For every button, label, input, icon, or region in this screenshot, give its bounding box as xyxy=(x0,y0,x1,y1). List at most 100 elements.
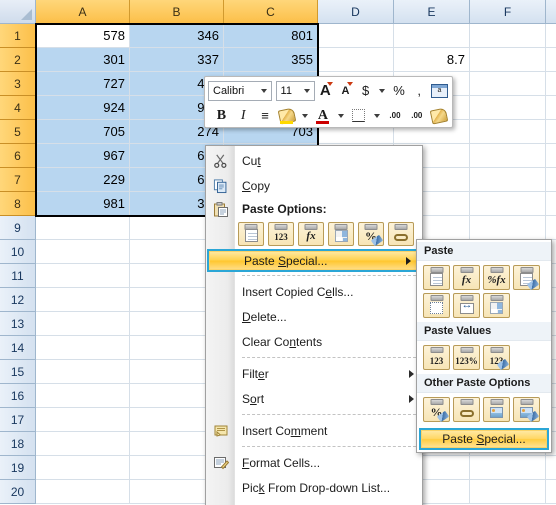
row-header-2[interactable]: 2 xyxy=(0,48,36,72)
row-header-12[interactable]: 12 xyxy=(0,288,36,312)
fill-color-icon[interactable] xyxy=(276,105,297,126)
borders-icon[interactable] xyxy=(349,105,370,126)
cell-a18[interactable] xyxy=(36,432,130,456)
submenu-paste-icons[interactable]: fx %fx xyxy=(417,261,551,322)
row-header-14[interactable]: 14 xyxy=(0,336,36,360)
row-header-9[interactable]: 9 xyxy=(0,216,36,240)
cell-f8[interactable] xyxy=(470,192,546,216)
cell-a16[interactable] xyxy=(36,384,130,408)
cell-a6[interactable]: 967 xyxy=(36,144,130,168)
paste-link-icon[interactable] xyxy=(388,222,414,246)
cell-e2[interactable]: 8.7 xyxy=(394,48,470,72)
cell-g2[interactable] xyxy=(546,48,556,72)
cell-a12[interactable] xyxy=(36,288,130,312)
row-header-13[interactable]: 13 xyxy=(0,312,36,336)
font-size-combobox[interactable]: 11 xyxy=(275,80,315,101)
column-header-g[interactable]: G xyxy=(546,0,556,24)
cell-g20[interactable] xyxy=(546,480,556,504)
cell-f1[interactable] xyxy=(470,24,546,48)
shrink-font-icon[interactable]: A xyxy=(336,80,355,101)
cell-d2[interactable] xyxy=(318,48,394,72)
cell-f2[interactable] xyxy=(470,48,546,72)
paste-values-icon[interactable]: 123 xyxy=(268,222,294,246)
paste-transpose-icon[interactable] xyxy=(328,222,354,246)
cell-a15[interactable] xyxy=(36,360,130,384)
cell-a19[interactable] xyxy=(36,456,130,480)
comma-format-icon[interactable]: , xyxy=(410,80,429,101)
row-header-7[interactable]: 7 xyxy=(0,168,36,192)
cell-a14[interactable] xyxy=(36,336,130,360)
cell-c2[interactable]: 355 xyxy=(224,48,318,72)
row-header-10[interactable]: 10 xyxy=(0,240,36,264)
percent-format-icon[interactable]: % xyxy=(389,80,408,101)
context-menu-item-clear-contents[interactable]: Clear Contents xyxy=(206,329,422,354)
cell-g9[interactable] xyxy=(546,216,556,240)
format-painter-icon[interactable] xyxy=(428,105,449,126)
row-header-8[interactable]: 8 xyxy=(0,192,36,216)
chevron-down-icon[interactable] xyxy=(260,88,267,93)
cell-f9[interactable] xyxy=(470,216,546,240)
font-color-icon[interactable]: A xyxy=(312,105,333,126)
row-header-20[interactable]: 20 xyxy=(0,480,36,504)
cell-a7[interactable]: 229 xyxy=(36,168,130,192)
submenu-other-paste-icons[interactable]: % xyxy=(417,393,551,426)
context-menu-item-paste-special[interactable]: Paste Special... xyxy=(207,249,421,272)
cell-a20[interactable] xyxy=(36,480,130,504)
context-menu-item-insert-copied-cells[interactable]: Insert Copied Cells... xyxy=(206,279,422,304)
paste-formulas-icon[interactable]: fx xyxy=(453,265,480,290)
paste-all-icon[interactable] xyxy=(238,222,264,246)
cell-f5[interactable] xyxy=(470,120,546,144)
context-menu-item-define-name[interactable]: Define Name... xyxy=(206,500,422,505)
increase-decimal-icon[interactable]: .00 xyxy=(385,105,406,126)
cell-a5[interactable]: 705 xyxy=(36,120,130,144)
cell-f19[interactable] xyxy=(470,456,546,480)
paste-formatting-icon[interactable]: % xyxy=(423,397,450,423)
row-header-17[interactable]: 17 xyxy=(0,408,36,432)
mini-format-toolbar[interactable]: Calibri 11 A A $ % , a B I ≡ A .00 .00 xyxy=(204,76,453,128)
row-header-6[interactable]: 6 xyxy=(0,144,36,168)
font-color-dropdown-icon[interactable] xyxy=(334,105,347,126)
cell-a2[interactable]: 301 xyxy=(36,48,130,72)
currency-dropdown-icon[interactable] xyxy=(376,80,388,101)
cell-f6[interactable] xyxy=(470,144,546,168)
grow-font-icon[interactable]: A xyxy=(316,80,335,101)
cell-context-menu[interactable]: Cut Copy Paste Options: 123 fx % Paste S… xyxy=(205,145,423,505)
cell-g7[interactable] xyxy=(546,168,556,192)
context-menu-item-format-cells[interactable]: Format Cells... xyxy=(206,450,422,475)
row-header-5[interactable]: 5 xyxy=(0,120,36,144)
cell-a11[interactable] xyxy=(36,264,130,288)
paste-values-source-formatting-icon[interactable]: 123 xyxy=(483,345,510,371)
cell-a8[interactable]: 981 xyxy=(36,192,130,216)
paste-no-borders-icon[interactable] xyxy=(423,293,450,318)
paste-linked-picture-icon[interactable] xyxy=(513,397,540,423)
cell-b2[interactable]: 337 xyxy=(130,48,224,72)
bold-button[interactable]: B xyxy=(211,105,232,126)
cell-g4[interactable] xyxy=(546,96,556,120)
paste-formatting-icon[interactable]: % xyxy=(358,222,384,247)
cell-f20[interactable] xyxy=(470,480,546,504)
cell-a4[interactable]: 924 xyxy=(36,96,130,120)
context-menu-item-sort[interactable]: Sort xyxy=(206,386,422,411)
paste-all-icon[interactable] xyxy=(423,265,450,290)
column-header-e[interactable]: E xyxy=(394,0,470,24)
submenu-paste-special-button[interactable]: Paste Special... xyxy=(419,428,549,450)
column-header-f[interactable]: F xyxy=(470,0,546,24)
paste-formulas-number-formatting-icon[interactable]: %fx xyxy=(483,265,510,290)
cell-a13[interactable] xyxy=(36,312,130,336)
column-header-b[interactable]: B xyxy=(130,0,224,24)
select-all-corner[interactable] xyxy=(0,0,36,24)
cell-g3[interactable] xyxy=(546,72,556,96)
row-header-19[interactable]: 19 xyxy=(0,456,36,480)
row-header-4[interactable]: 4 xyxy=(0,96,36,120)
cell-a10[interactable] xyxy=(36,240,130,264)
accounting-format-icon[interactable]: a xyxy=(430,80,449,101)
italic-button[interactable]: I xyxy=(233,105,254,126)
cell-c1[interactable]: 801 xyxy=(224,24,318,48)
paste-picture-icon[interactable] xyxy=(483,397,510,422)
paste-link-icon[interactable] xyxy=(453,397,480,422)
paste-keep-source-formatting-icon[interactable] xyxy=(513,265,540,291)
cell-f3[interactable] xyxy=(470,72,546,96)
cell-a1[interactable]: 578 xyxy=(36,24,130,48)
paste-formulas-icon[interactable]: fx xyxy=(298,222,324,246)
currency-format-icon[interactable]: $ xyxy=(356,80,375,101)
